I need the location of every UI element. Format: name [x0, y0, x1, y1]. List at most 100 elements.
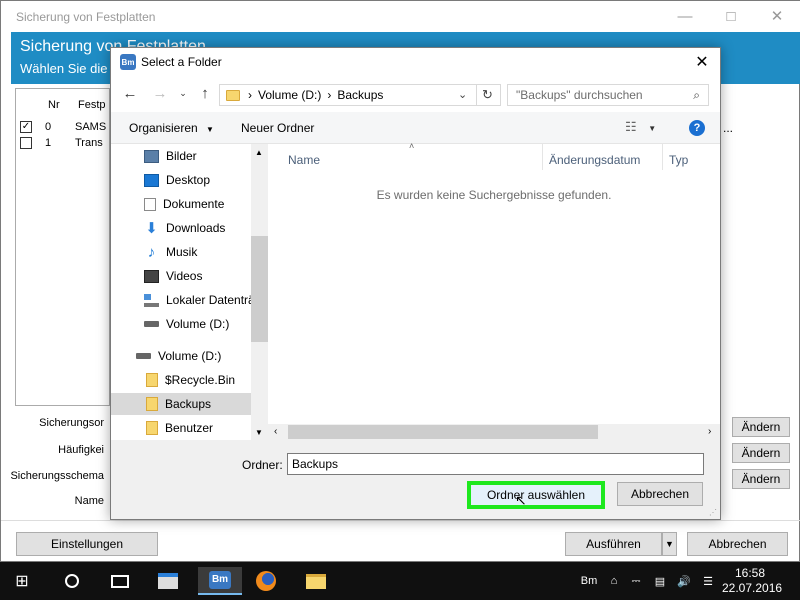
- disk-checkbox-0[interactable]: ✓: [20, 121, 32, 133]
- scrollbar-thumb[interactable]: [288, 425, 598, 439]
- taskbar: ⊞ Bm Bm ⌂ ⎓ ▤ 🔊 ☰ 16:58 22.07.2016: [0, 562, 800, 600]
- run-dropdown-button[interactable]: ▼: [662, 532, 677, 556]
- column-header-date[interactable]: Änderungsdatum: [549, 153, 640, 167]
- start-button[interactable]: ⊞: [8, 567, 36, 595]
- nav-item-label: Dokumente: [163, 197, 225, 211]
- nav-item-backups[interactable]: Backups: [111, 393, 251, 415]
- chevron-down-icon: ⌄: [458, 89, 468, 101]
- network-icon[interactable]: ▤: [652, 573, 668, 589]
- volume-icon[interactable]: 🔊: [676, 573, 692, 589]
- nav-pane-scrollbar[interactable]: ▲ ▼: [251, 144, 268, 440]
- search-input[interactable]: "Backups" durchsuchen ⌕: [507, 84, 709, 106]
- search-placeholder: "Backups" durchsuchen: [516, 88, 643, 102]
- column-separator[interactable]: [662, 144, 663, 170]
- bg-titlebar: Sicherung von Festplatten — □ ✕: [1, 1, 800, 32]
- clock-time: 16:58: [734, 566, 766, 580]
- dialog-titlebar: Bm Select a Folder ✕: [111, 48, 720, 76]
- breadcrumb-backups[interactable]: Backups: [337, 88, 383, 102]
- breadcrumb-volume[interactable]: Volume (D:): [258, 88, 321, 102]
- list-view-icon: ☷: [625, 119, 637, 134]
- forward-button[interactable]: →: [150, 83, 170, 103]
- refresh-button[interactable]: ↻: [482, 87, 493, 103]
- chevron-down-icon: ▼: [206, 125, 214, 134]
- nav-item-dokumente[interactable]: Dokumente: [111, 193, 251, 215]
- nav-item-bilder[interactable]: Bilder: [111, 145, 251, 167]
- bg-window-title: Sicherung von Festplatten: [16, 10, 156, 24]
- windows-logo-icon: ⊞: [15, 573, 29, 590]
- taskbar-explorer[interactable]: [302, 567, 330, 595]
- chevron-left-icon[interactable]: ‹: [274, 426, 277, 437]
- disk-name: SAMS: [75, 121, 107, 133]
- close-button[interactable]: ✕: [755, 4, 799, 28]
- taskbar-clock[interactable]: 16:58 22.07.2016: [722, 566, 782, 596]
- nav-item-downloads[interactable]: ⬇ Downloads: [111, 217, 251, 239]
- file-list-pane[interactable]: ˄ Name Änderungsdatum Typ Es wurden kein…: [268, 141, 720, 440]
- nav-item-musik[interactable]: ♪ Musik: [111, 241, 251, 263]
- notification-icon[interactable]: ☰: [700, 573, 716, 589]
- disk-nr: 1: [45, 137, 52, 149]
- scrollbar-thumb[interactable]: [251, 236, 268, 342]
- close-icon: ✕: [695, 54, 709, 71]
- taskbar-app-1[interactable]: [154, 567, 182, 595]
- navigation-pane[interactable]: Bilder Desktop Dokumente ⬇ Downloads ♪ M…: [111, 144, 268, 440]
- col-nr[interactable]: Nr: [48, 99, 60, 111]
- nav-item-recycle-bin[interactable]: $Recycle.Bin: [111, 369, 251, 391]
- bg-cancel-button[interactable]: Abbrechen: [687, 532, 788, 556]
- resize-grip-icon[interactable]: ⋰: [709, 508, 717, 517]
- taskbar-firefox[interactable]: [252, 567, 280, 595]
- change-location-button[interactable]: Ändern: [732, 417, 790, 437]
- search-button[interactable]: [58, 567, 86, 595]
- empty-results-message: Es wurden keine Suchergebnisse gefunden.: [376, 188, 612, 202]
- people-icon[interactable]: ⌂: [606, 573, 622, 589]
- change-frequency-button[interactable]: Ändern: [732, 443, 790, 463]
- maximize-button[interactable]: □: [709, 4, 753, 28]
- chevron-right-icon[interactable]: ›: [708, 426, 711, 437]
- folder-icon: [146, 397, 158, 411]
- nav-item-desktop[interactable]: Desktop: [111, 169, 251, 191]
- column-header-name[interactable]: Name: [288, 153, 320, 167]
- nav-item-benutzer[interactable]: Benutzer: [111, 417, 251, 439]
- dialog-cancel-button[interactable]: Abbrechen: [617, 482, 703, 506]
- settings-button[interactable]: Einstellungen: [16, 532, 158, 556]
- folder-icon: [146, 421, 158, 435]
- nav-item-volume-d[interactable]: Volume (D:): [111, 313, 251, 335]
- nav-item-volume-d-root[interactable]: Volume (D:): [111, 345, 251, 367]
- new-folder-button[interactable]: Neuer Ordner: [241, 121, 314, 135]
- nav-item-local-disk[interactable]: Lokaler Datenträ: [111, 289, 251, 311]
- drive-icon: [144, 321, 159, 327]
- col-disk[interactable]: Festp: [78, 99, 106, 111]
- change-scheme-button[interactable]: Ändern: [732, 469, 790, 489]
- column-header-type[interactable]: Typ: [669, 153, 688, 167]
- up-button[interactable]: ↑: [195, 83, 215, 103]
- help-icon[interactable]: ?: [689, 120, 705, 136]
- disk-list[interactable]: Nr Festp ✓ 0 SAMS 1 Trans: [15, 88, 110, 406]
- task-view-button[interactable]: [106, 567, 134, 595]
- minimize-button[interactable]: —: [663, 4, 707, 28]
- folder-label: Ordner:: [242, 458, 283, 472]
- organize-button[interactable]: Organisieren ▼: [129, 121, 214, 135]
- folder-input[interactable]: Backups: [287, 453, 704, 475]
- address-bar[interactable]: › Volume (D:) › Backups ⌄ ↻: [219, 84, 501, 106]
- disk-row[interactable]: 1 Trans: [20, 135, 103, 151]
- dialog-close-button[interactable]: ✕: [692, 52, 712, 72]
- column-separator[interactable]: [542, 144, 543, 170]
- horizontal-scrollbar[interactable]: ‹ ›: [268, 424, 720, 440]
- power-icon[interactable]: ⎓: [628, 573, 644, 589]
- back-button[interactable]: ←: [120, 83, 140, 103]
- run-button[interactable]: Ausführen: [565, 532, 662, 556]
- refresh-icon: ↻: [482, 87, 493, 102]
- recent-locations-button[interactable]: ⌄: [173, 83, 193, 103]
- select-folder-button[interactable]: Ordner auswählen: [467, 481, 605, 509]
- disk-row[interactable]: ✓ 0 SAMS: [20, 119, 106, 135]
- nav-item-label: Musik: [166, 245, 198, 259]
- chevron-up-icon[interactable]: ▲: [255, 148, 263, 157]
- nav-item-videos[interactable]: Videos: [111, 265, 251, 287]
- tray-app-icon[interactable]: Bm: [581, 573, 598, 589]
- view-options-button[interactable]: ☷ ▼: [625, 119, 656, 135]
- address-dropdown-button[interactable]: ⌄: [458, 88, 467, 101]
- chevron-down-icon[interactable]: ▼: [255, 428, 263, 437]
- footer-divider: [1, 520, 800, 521]
- chevron-down-icon: ⌄: [179, 87, 187, 98]
- disk-checkbox-1[interactable]: [20, 137, 32, 149]
- taskbar-app-backup[interactable]: Bm: [198, 567, 242, 595]
